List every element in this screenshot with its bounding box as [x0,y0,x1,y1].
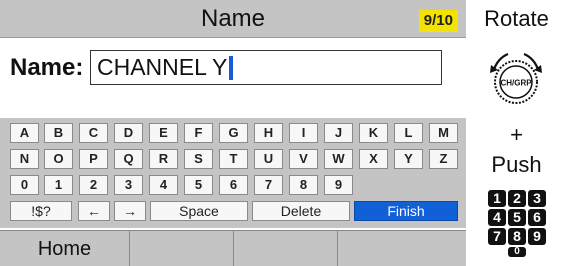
numpad-digit-4: 4 [488,209,506,226]
key-u[interactable]: U [254,149,283,169]
rotate-label: Rotate [484,6,549,31]
key-r[interactable]: R [149,149,178,169]
key-n[interactable]: N [10,149,39,169]
numpad-digit-6: 6 [528,209,546,226]
key-s[interactable]: S [184,149,213,169]
key-c[interactable]: C [79,123,108,143]
key-4[interactable]: 4 [149,175,178,195]
key-9[interactable]: 9 [324,175,353,195]
page-title: Name [200,5,266,32]
numpad-digit-7: 7 [488,228,506,245]
name-input-value: CHANNEL Y [97,54,228,80]
key-g[interactable]: G [219,123,248,143]
numpad-digit-1: 1 [488,190,506,207]
softkey-4[interactable] [338,231,466,266]
space-key[interactable]: Space [150,201,248,221]
key-p[interactable]: P [79,149,108,169]
key-t[interactable]: T [219,149,248,169]
key-8[interactable]: 8 [289,175,318,195]
symbols-key[interactable]: !$? [10,201,72,221]
key-o[interactable]: O [44,149,73,169]
numpad-digit-8: 8 [508,228,526,245]
key-e[interactable]: E [149,123,178,143]
on-screen-keyboard: A B C D E F G H I J K L M N O P Q R S T … [0,118,466,228]
key-v[interactable]: V [289,149,318,169]
operation-guide: Rotate CH/GRP + Push 1 2 3 4 5 6 7 8 9 0 [470,0,563,266]
key-j[interactable]: J [324,123,353,143]
softkey-3[interactable] [234,231,338,266]
numpad-digit-0: 0 [508,247,526,257]
numpad-digit-5: 5 [508,209,526,226]
softkey-home[interactable]: Home [0,231,130,266]
name-edit-area: Name: CHANNEL Y [0,40,466,116]
title-bar: Name 9/10 [0,0,466,38]
key-7[interactable]: 7 [254,175,283,195]
key-k[interactable]: K [359,123,388,143]
key-1[interactable]: 1 [44,175,73,195]
softkey-2[interactable] [130,231,234,266]
key-b[interactable]: B [44,123,73,143]
numpad-digit-9: 9 [528,228,546,245]
cursor-right-key[interactable]: → [114,201,146,221]
rotary-knob-icon: CH/GRP [490,52,542,104]
key-0[interactable]: 0 [10,175,39,195]
name-label: Name: [10,54,84,81]
key-6[interactable]: 6 [219,175,248,195]
key-i[interactable]: I [289,123,318,143]
finish-key[interactable]: Finish [354,201,458,221]
key-l[interactable]: L [394,123,423,143]
push-label: Push [491,152,542,177]
knob-label: CH/GRP [500,79,532,88]
cursor-left-key[interactable]: ← [78,201,110,221]
key-y[interactable]: Y [394,149,423,169]
key-x[interactable]: X [359,149,388,169]
delete-key[interactable]: Delete [252,201,350,221]
character-counter-badge: 9/10 [418,10,458,32]
plus-sign: + [510,122,523,147]
key-5[interactable]: 5 [184,175,213,195]
radio-screen: Name 9/10 Name: CHANNEL Y A B C D E F G … [0,0,466,266]
softkey-bar: Home [0,230,466,266]
key-w[interactable]: W [324,149,353,169]
text-cursor [229,55,234,80]
key-a[interactable]: A [10,123,39,143]
key-q[interactable]: Q [114,149,143,169]
key-m[interactable]: M [429,123,458,143]
key-2[interactable]: 2 [79,175,108,195]
name-input[interactable]: CHANNEL Y [90,50,442,85]
numpad-digit-2: 2 [508,190,526,207]
key-z[interactable]: Z [429,149,458,169]
key-h[interactable]: H [254,123,283,143]
numpad-digit-3: 3 [528,190,546,207]
key-d[interactable]: D [114,123,143,143]
key-f[interactable]: F [184,123,213,143]
key-3[interactable]: 3 [114,175,143,195]
